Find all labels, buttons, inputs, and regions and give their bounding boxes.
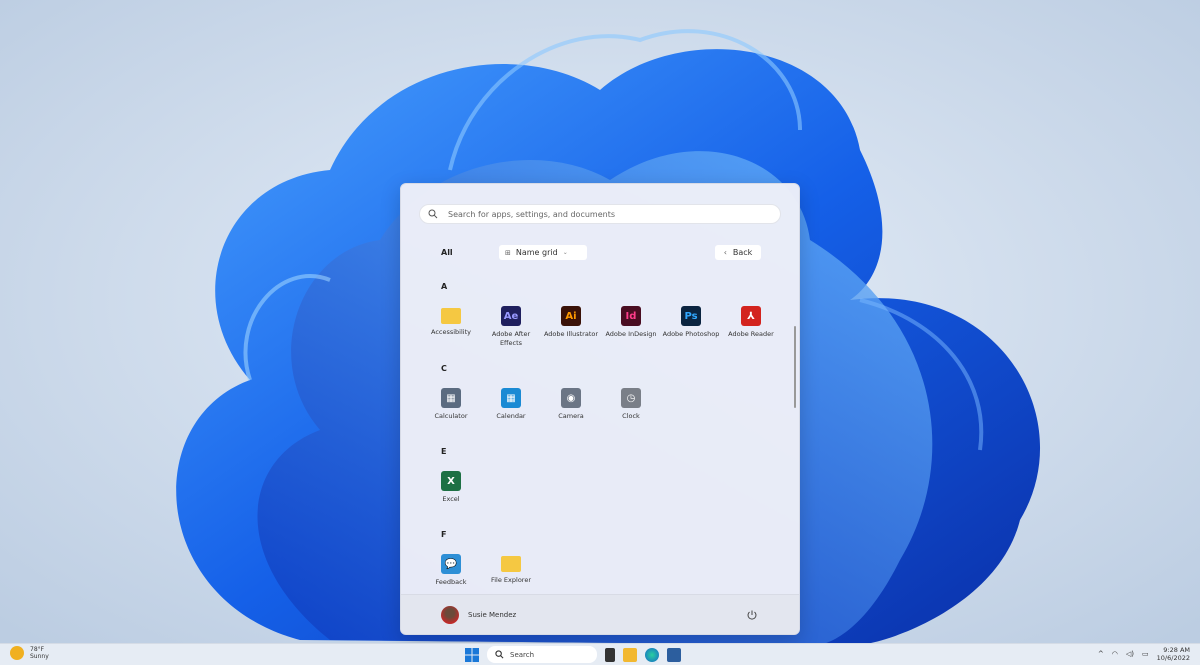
file-explorer-icon[interactable] [623, 647, 637, 662]
file-explorer-icon [501, 556, 521, 572]
app-tile[interactable]: Ae Adobe After Effects [481, 306, 541, 348]
edge-icon[interactable] [645, 647, 659, 662]
app-label: Calendar [496, 412, 526, 420]
app-label: Feedback [435, 578, 467, 586]
back-button[interactable]: ‹ Back [715, 245, 761, 260]
feedback-icon: 💬 [441, 554, 461, 574]
app-label: Clock [622, 412, 640, 420]
illustrator-icon: Ai [561, 306, 581, 326]
user-name[interactable]: Susie Mendez [468, 611, 516, 619]
weather-desc: Sunny [30, 653, 49, 660]
app-tile[interactable]: Ai Adobe Illustrator [541, 306, 601, 339]
app-label: Adobe InDesign [605, 330, 657, 338]
app-tile[interactable]: Accessibility [421, 306, 481, 337]
section-letter[interactable]: C [441, 364, 447, 373]
calendar-icon: ▦ [501, 388, 521, 408]
time: 9:28 AM [1163, 646, 1190, 654]
date: 10/6/2022 [1156, 654, 1190, 662]
taskbar-search[interactable]: Search [487, 646, 597, 663]
clock-icon: ◷ [621, 388, 641, 408]
chevron-up-icon[interactable]: ^ [1098, 650, 1104, 658]
weather-temp: 78°F [30, 646, 45, 653]
app-tile[interactable]: File Explorer [481, 554, 541, 585]
wifi-icon[interactable]: ◠ [1112, 650, 1118, 658]
app-tile[interactable]: ◷ Clock [601, 388, 661, 421]
app-label: Calculator [434, 412, 468, 420]
app-tile[interactable]: 💬 Feedback [421, 554, 481, 587]
windows-start-icon[interactable] [465, 647, 479, 662]
app-label: Camera [558, 412, 584, 420]
search-icon [428, 209, 438, 219]
app-tile[interactable]: ▦ Calendar [481, 388, 541, 421]
indesign-icon: Id [621, 306, 641, 326]
app-tile[interactable]: X Excel [421, 471, 481, 504]
start-menu: Search for apps, settings, and documents… [400, 183, 800, 635]
app-label: Adobe After Effects [491, 330, 531, 347]
after-effects-icon: Ae [501, 306, 521, 326]
app-label: Adobe Reader [728, 330, 774, 338]
start-search-input[interactable]: Search for apps, settings, and documents [419, 204, 781, 224]
view-dropdown[interactable]: ⊞ Name grid ⌄ [499, 245, 587, 260]
app-label: Excel [442, 495, 460, 503]
camera-icon: ◉ [561, 388, 581, 408]
app-tile[interactable]: ⅄ Adobe Reader [721, 306, 781, 339]
app-label: Accessibility [431, 328, 471, 336]
grid-icon: ⊞ [505, 248, 511, 257]
clock[interactable]: 9:28 AM 10/6/2022 [1157, 646, 1190, 662]
back-label: Back [732, 248, 753, 257]
section-letter[interactable]: A [441, 282, 447, 291]
battery-icon[interactable]: ▭ [1142, 650, 1149, 658]
task-view-icon[interactable] [605, 647, 615, 662]
app-tile[interactable]: Ps Adobe Photoshop [661, 306, 721, 339]
app-label: File Explorer [490, 576, 531, 584]
app-label: Adobe Illustrator [543, 330, 599, 338]
app-tile[interactable]: ▦ Calculator [421, 388, 481, 421]
photoshop-icon: Ps [681, 306, 701, 326]
start-footer: Susie Mendez [401, 594, 799, 634]
weather-widget[interactable]: 78°F Sunny [10, 646, 49, 660]
all-apps-label: All [441, 248, 453, 257]
app-tile[interactable]: Id Adobe InDesign [601, 306, 661, 339]
sun-icon [10, 646, 24, 660]
scrollbar[interactable] [794, 326, 796, 408]
search-placeholder: Search for apps, settings, and documents [448, 209, 615, 219]
chevron-down-icon: ⌄ [562, 249, 568, 256]
store-icon[interactable] [667, 647, 681, 662]
app-label: Adobe Photoshop [662, 330, 720, 338]
calculator-icon: ▦ [441, 388, 461, 408]
excel-icon: X [441, 471, 461, 491]
taskbar: 78°F Sunny Search ^ ◠ ◁) ▭ 9:28 AM 10/6/20… [0, 643, 1200, 665]
view-dropdown-value: Name grid [515, 248, 558, 257]
avatar[interactable] [441, 605, 459, 624]
acrobat-icon: ⅄ [741, 306, 761, 326]
search-icon [495, 650, 504, 659]
taskbar-search-label: Search [510, 650, 535, 659]
section-letter[interactable]: E [441, 447, 446, 456]
folder-icon [441, 308, 461, 324]
section-letter[interactable]: F [441, 530, 446, 539]
power-icon[interactable] [745, 608, 759, 622]
app-tile[interactable]: ◉ Camera [541, 388, 601, 421]
chevron-left-icon: ‹ [723, 248, 727, 257]
volume-icon[interactable]: ◁) [1126, 650, 1134, 658]
